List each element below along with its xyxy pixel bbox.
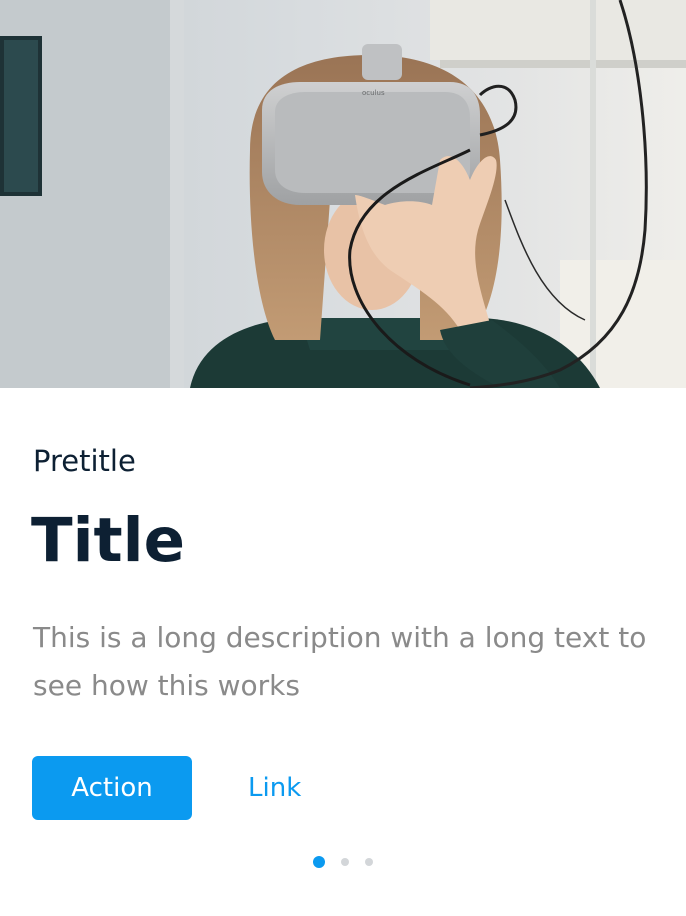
card: oculus Pretitle Title This is a long des… [0,0,686,916]
hero-image: oculus [0,0,686,388]
link-button[interactable]: Link [248,756,301,820]
pagination-dot[interactable] [313,856,325,868]
pagination-dot[interactable] [341,858,349,866]
card-pretitle: Pretitle [33,444,136,478]
vr-headset-photo: oculus [0,0,686,388]
pagination-dots [0,856,686,872]
pagination-dot[interactable] [365,858,373,866]
card-description: This is a long description with a long t… [33,621,647,702]
svg-text:oculus: oculus [362,89,385,97]
action-button[interactable]: Action [32,756,192,820]
card-title: Title [31,505,185,576]
